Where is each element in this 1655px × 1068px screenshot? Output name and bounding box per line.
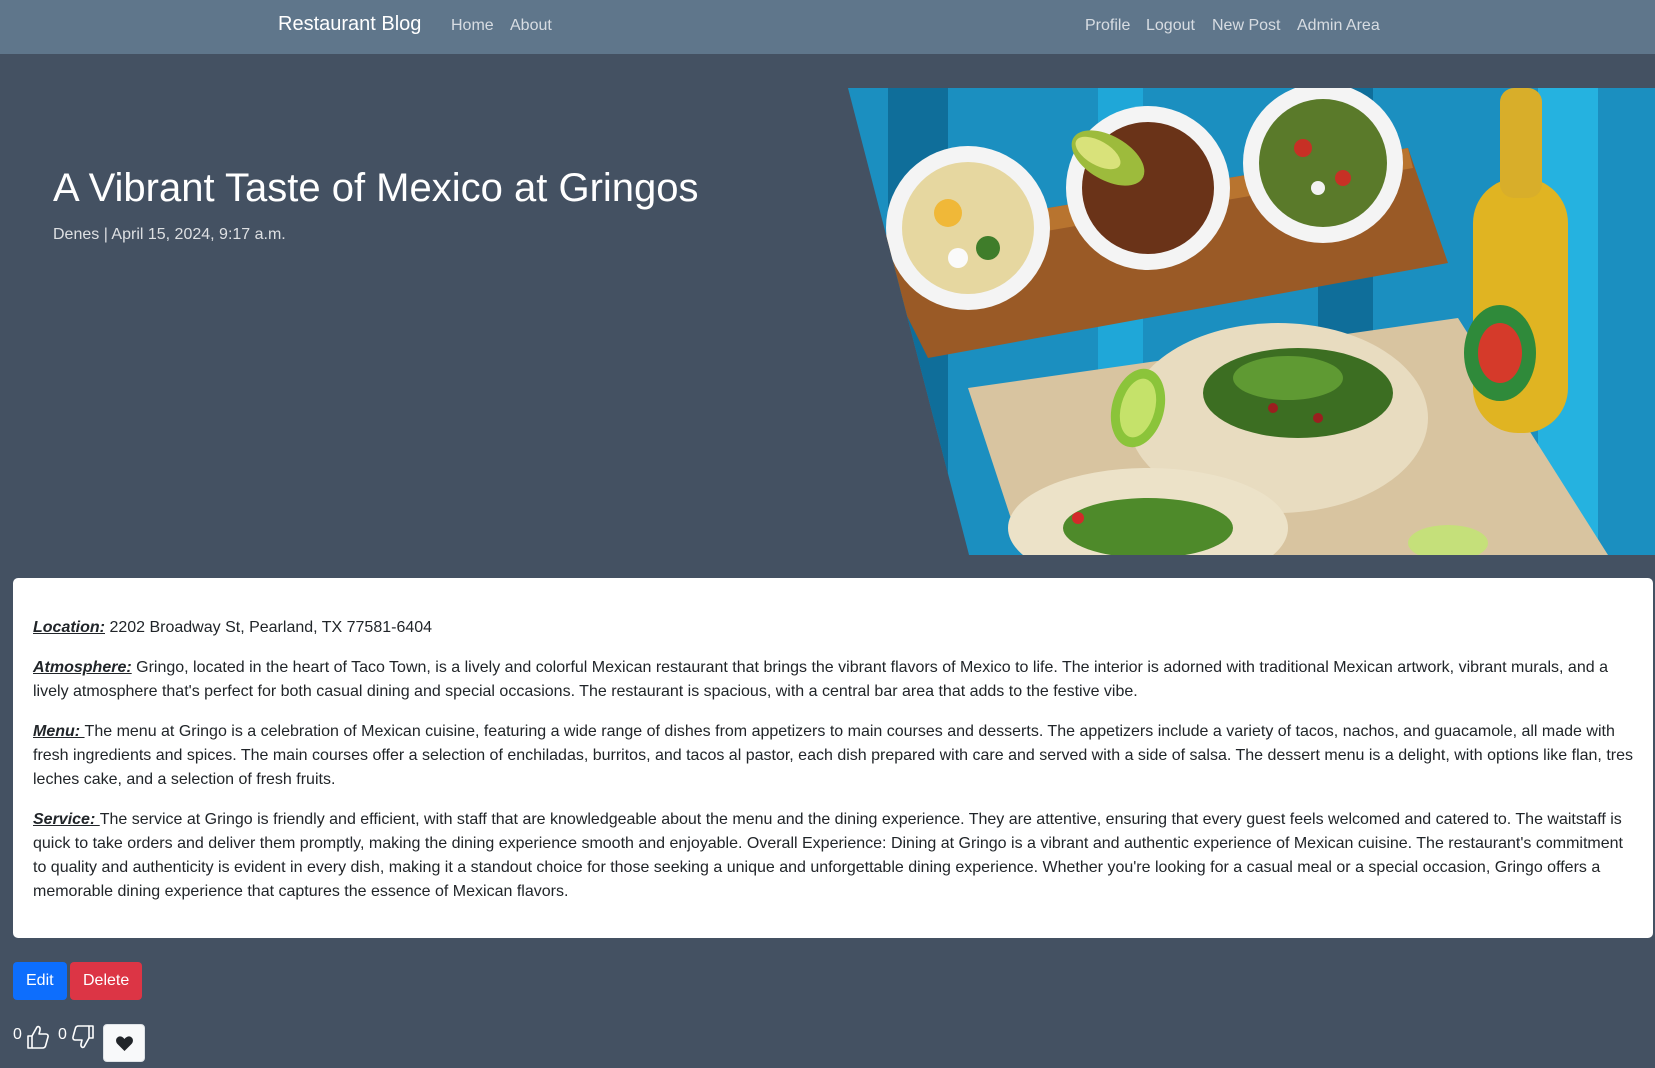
post-meta: Denes | April 15, 2024, 9:17 a.m. [53, 226, 286, 243]
dislike-count: 0 [58, 1026, 67, 1043]
post-title: A Vibrant Taste of Mexico at Gringos [53, 166, 699, 210]
location-text: 2202 Broadway St, Pearland, TX 77581-640… [105, 619, 433, 636]
service-text: The service at Gringo is friendly and ef… [33, 811, 1623, 900]
nav-profile-link[interactable]: Profile [1085, 17, 1130, 35]
brand-link[interactable]: Restaurant Blog [278, 13, 421, 36]
navbar: Restaurant Blog Home About Profile Logou… [0, 0, 1655, 54]
menu-label: Menu: [33, 723, 85, 740]
nav-home-link[interactable]: Home [451, 17, 494, 35]
service-label: Service: [33, 811, 100, 828]
nav-logout-link[interactable]: Logout [1146, 17, 1195, 35]
hero-food-image [848, 88, 1655, 555]
location-label: Location: [33, 619, 105, 636]
menu-text: The menu at Gringo is a celebration of M… [33, 723, 1633, 788]
atmosphere-label: Atmosphere: [33, 659, 132, 676]
service-paragraph: Service: The service at Gringo is friend… [33, 808, 1633, 904]
edit-button[interactable]: Edit [13, 962, 67, 1000]
atmosphere-text: Gringo, located in the heart of Taco Tow… [33, 659, 1608, 700]
location-paragraph: Location: 2202 Broadway St, Pearland, TX… [33, 616, 1633, 640]
heart-icon [116, 1036, 133, 1051]
delete-button[interactable]: Delete [70, 962, 143, 1000]
thumbs-up-icon[interactable] [26, 1024, 50, 1050]
favorite-button[interactable] [103, 1024, 145, 1062]
thumbs-down-icon[interactable] [71, 1024, 95, 1050]
atmosphere-paragraph: Atmosphere: Gringo, located in the heart… [33, 656, 1633, 704]
nav-new-post-link[interactable]: New Post [1212, 17, 1280, 35]
post-content-card: Location: 2202 Broadway St, Pearland, TX… [13, 578, 1653, 938]
like-count: 0 [13, 1026, 22, 1043]
nav-admin-area-link[interactable]: Admin Area [1297, 17, 1380, 35]
menu-paragraph: Menu: The menu at Gringo is a celebratio… [33, 720, 1633, 792]
nav-about-link[interactable]: About [510, 17, 552, 35]
